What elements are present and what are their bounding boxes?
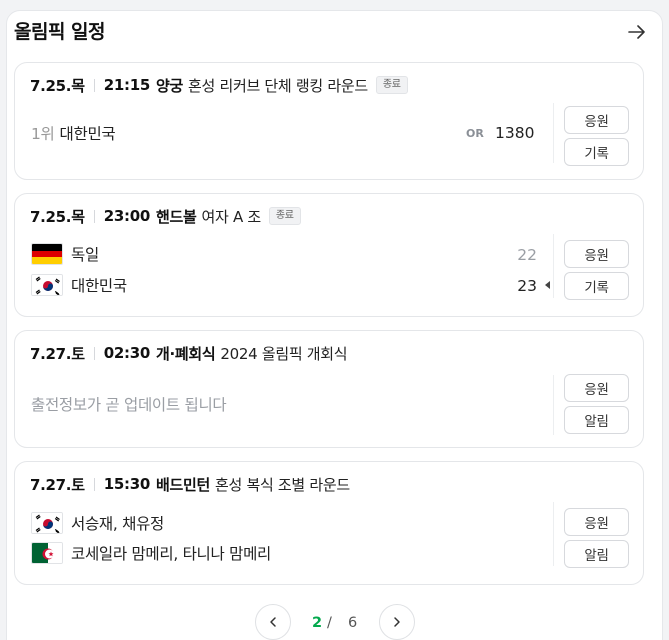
match-time: 02:30 xyxy=(103,344,151,362)
cheer-button[interactable]: 응원 xyxy=(564,240,629,268)
page-separator: / xyxy=(327,615,332,631)
cheer-button[interactable]: 응원 xyxy=(564,374,629,402)
event-name: 여자 A 조 xyxy=(201,207,261,226)
separator xyxy=(93,477,95,491)
divider xyxy=(553,502,554,566)
arrow-right-icon[interactable] xyxy=(627,22,647,42)
record-label: OR xyxy=(466,127,484,140)
chevron-left-icon xyxy=(270,617,276,627)
match-header: 7.27.토 02:30 개·폐회식 2024 올림픽 개회식 xyxy=(30,342,348,364)
separator xyxy=(93,209,95,223)
team-name: 독일 xyxy=(71,246,99,264)
participants-pending-message: 출전정보가 곧 업데이트 됩니다 xyxy=(31,396,227,414)
event-name: 혼성 복식 조별 라운드 xyxy=(214,475,350,494)
chevron-right-icon xyxy=(394,617,400,627)
current-page: 2 xyxy=(312,615,323,631)
separator xyxy=(93,346,95,360)
record-button[interactable]: 기록 xyxy=(564,272,629,300)
event-name: 2024 올림픽 개회식 xyxy=(220,344,348,363)
algeria-flag-icon xyxy=(31,542,63,564)
record-value: 1380 xyxy=(495,124,535,142)
team-row: 독일 xyxy=(31,243,99,265)
cheer-button[interactable]: 응원 xyxy=(564,106,629,134)
sport-name: 핸드볼 xyxy=(155,207,197,226)
divider xyxy=(553,103,554,163)
total-pages: 6 xyxy=(348,615,358,631)
sport-name: 배드민턴 xyxy=(155,475,210,494)
match-date: 7.27.토 xyxy=(30,475,85,494)
match-card[interactable]: 7.25.목 21:15 양궁 혼성 리커브 단체 랭킹 라운드 종료 1위 대… xyxy=(14,62,644,180)
prev-page-button[interactable] xyxy=(255,604,291,640)
team-name: 대한민국 xyxy=(71,277,127,295)
pagination: 2 / 6 xyxy=(0,604,669,640)
match-header: 7.27.토 15:30 배드민턴 혼성 복식 조별 라운드 xyxy=(30,473,350,495)
team-row: 서승재, 채유정 xyxy=(31,512,164,534)
match-header: 7.25.목 23:00 핸드볼 여자 A 조 종료 xyxy=(30,205,301,227)
status-badge: 종료 xyxy=(268,207,301,225)
germany-flag-icon xyxy=(31,243,63,265)
match-time: 15:30 xyxy=(103,475,151,493)
korea-flag-icon xyxy=(31,274,63,296)
status-badge: 종료 xyxy=(375,76,408,94)
page-title: 올림픽 일정 xyxy=(14,21,106,43)
divider xyxy=(553,234,554,298)
team-name: 서승재, 채유정 xyxy=(71,515,165,533)
team-score: 22 xyxy=(517,246,537,264)
match-date: 7.25.목 xyxy=(30,76,85,95)
match-time: 21:15 xyxy=(103,76,151,94)
match-date: 7.27.토 xyxy=(30,344,85,363)
record-button[interactable]: 기록 xyxy=(564,138,629,166)
alert-button[interactable]: 알림 xyxy=(564,540,629,568)
cheer-button[interactable]: 응원 xyxy=(564,508,629,536)
next-page-button[interactable] xyxy=(379,604,415,640)
winner-indicator-icon xyxy=(545,281,550,289)
match-card[interactable]: 7.27.토 15:30 배드민턴 혼성 복식 조별 라운드 서승재, 채유정 xyxy=(14,461,644,585)
match-card[interactable]: 7.25.목 23:00 핸드볼 여자 A 조 종료 독일 22 대한민국 23… xyxy=(14,193,644,317)
sport-name: 양궁 xyxy=(155,76,183,95)
team-row: 코세일라 맘메리, 타니나 맘메리 xyxy=(31,542,271,564)
divider xyxy=(553,375,554,435)
sport-name: 개·폐회식 xyxy=(155,344,216,363)
match-time: 23:00 xyxy=(103,207,151,225)
match-card[interactable]: 7.27.토 02:30 개·폐회식 2024 올림픽 개회식 출전정보가 곧 … xyxy=(14,330,644,448)
team-name: 코세일라 맘메리, 타니나 맘메리 xyxy=(71,545,271,563)
alert-button[interactable]: 알림 xyxy=(564,406,629,434)
rank: 1위 xyxy=(31,125,55,143)
participant-row: 1위 대한민국 xyxy=(31,122,116,144)
team-name: 대한민국 xyxy=(59,125,116,143)
match-header: 7.25.목 21:15 양궁 혼성 리커브 단체 랭킹 라운드 종료 xyxy=(30,74,408,96)
korea-flag-icon xyxy=(31,512,63,534)
team-row: 대한민국 xyxy=(31,274,127,296)
event-name: 혼성 리커브 단체 랭킹 라운드 xyxy=(187,76,368,95)
match-date: 7.25.목 xyxy=(30,207,85,226)
team-score: 23 xyxy=(517,277,537,295)
separator xyxy=(93,78,95,92)
